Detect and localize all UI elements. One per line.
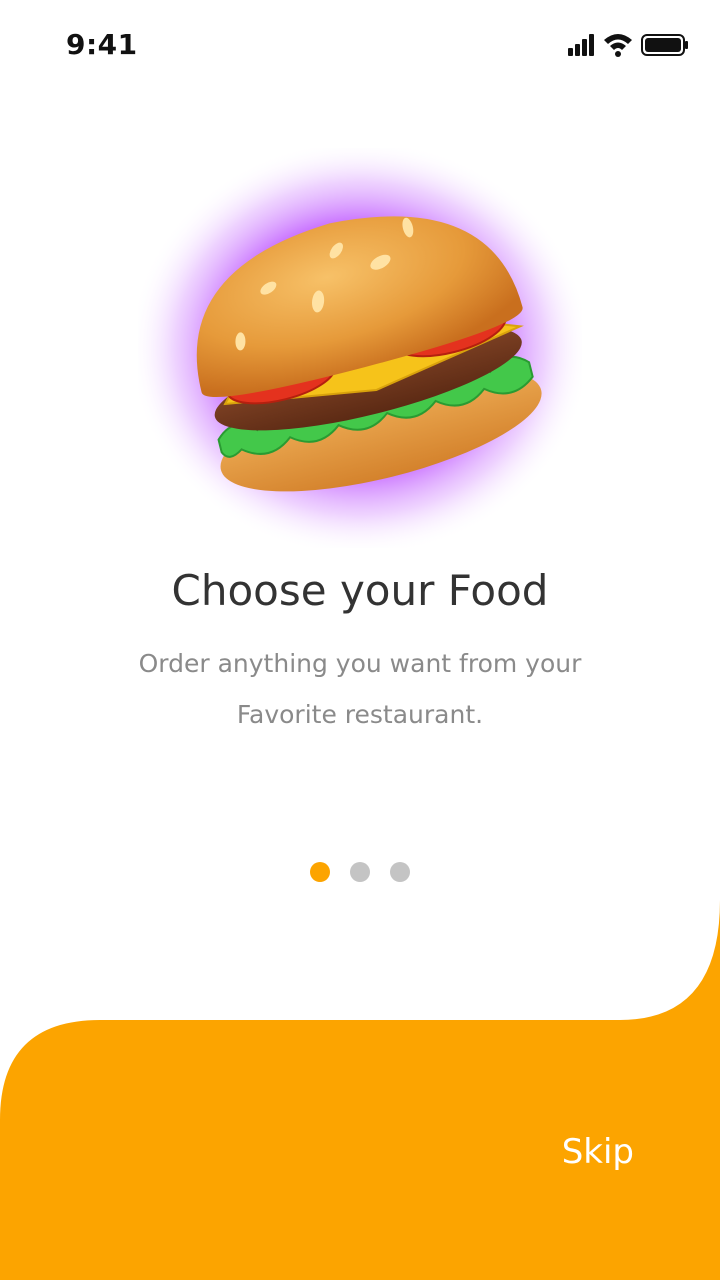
onboarding-title: Choose your Food bbox=[171, 566, 549, 615]
onboarding-screen: 9:41 Choose your Food Order anything you… bbox=[0, 0, 720, 1280]
cellular-signal-icon bbox=[568, 34, 594, 56]
page-indicator-dot[interactable] bbox=[310, 862, 330, 882]
wifi-icon bbox=[604, 34, 632, 57]
footer-wave bbox=[0, 900, 720, 1280]
footer-wave-shape bbox=[0, 900, 720, 1280]
skip-button[interactable]: Skip bbox=[562, 1132, 634, 1172]
page-indicator-dot[interactable] bbox=[390, 862, 410, 882]
status-bar-icons bbox=[568, 34, 688, 57]
page-indicator-dot[interactable] bbox=[350, 862, 370, 882]
onboarding-subtitle: Order anything you want from your Favori… bbox=[100, 638, 620, 740]
status-bar-time: 9:41 bbox=[66, 28, 138, 61]
subtitle-line-1: Order anything you want from your bbox=[138, 649, 582, 678]
page-indicator bbox=[0, 862, 720, 882]
subtitle-line-2: Favorite restaurant. bbox=[236, 700, 484, 729]
burger-illustration bbox=[138, 148, 582, 548]
battery-icon bbox=[641, 34, 688, 56]
